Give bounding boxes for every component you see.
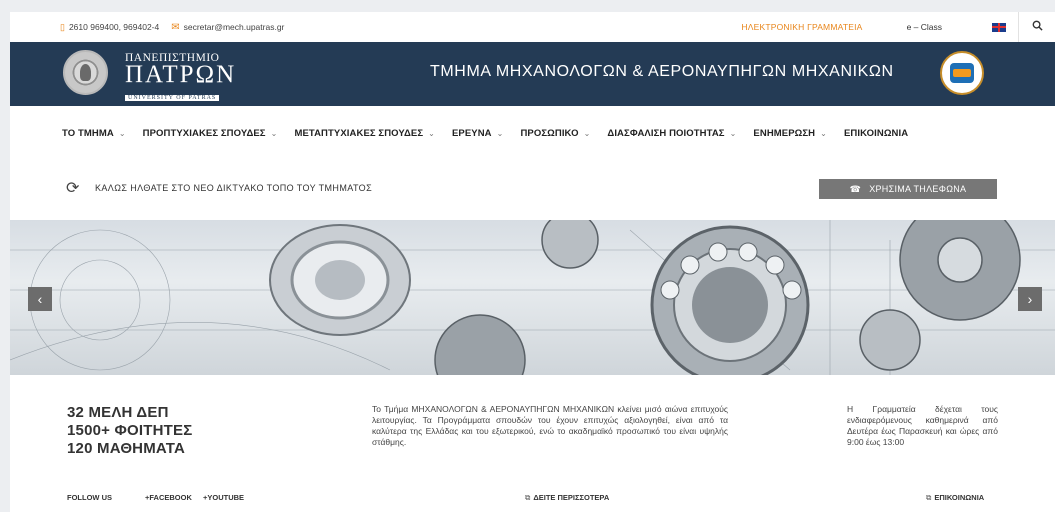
site-header: ΠΑΝΕΠΙΣΤΗΜΙΟ ΠΑΤΡΩΝ UNIVERSITY OF PATRAS… (10, 42, 1055, 106)
nav-item-2[interactable]: ΜΕΤΑΠΤΥΧΙΑΚΕΣ ΣΠΟΥΔΕΣ ⌄ (294, 128, 435, 139)
nav-item-3[interactable]: ΕΡΕΥΝΑ ⌄ (452, 128, 503, 139)
nav-item-label: ΤΟ ΤΜΗΜΑ (62, 128, 114, 139)
uk-flag-icon[interactable] (992, 22, 1006, 32)
external-link-icon: ⧉ (926, 493, 932, 502)
slider-image (10, 220, 1055, 375)
facebook-link[interactable]: +FACEBOOK (145, 493, 192, 502)
see-more-label: ΔΕΙΤΕ ΠΕΡΙΣΣΟΤΕΡΑ (533, 493, 610, 502)
university-seal-logo[interactable] (63, 50, 108, 95)
phone-number: 2610 969400, 969402-4 (68, 22, 160, 32)
external-link-icon: ⧉ (525, 493, 531, 502)
email-link[interactable]: secretar@mech.upatras.gr (184, 22, 285, 32)
nav-item-0[interactable]: ΤΟ ΤΜΗΜΑ ⌄ (62, 128, 126, 139)
nav-item-7[interactable]: ΕΠΙΚΟΙΝΩΝΙΑ (844, 128, 908, 139)
chevron-down-icon: ⌄ (428, 129, 435, 138)
nav-item-label: ΔΙΑΣΦΑΛΙΣΗ ΠΟΙΟΤΗΤΑΣ (607, 128, 725, 139)
page: ▯ 2610 969400, 969402-4 ✉ secretar@mech.… (10, 12, 1055, 512)
slider-prev-button[interactable]: ‹ (28, 287, 52, 311)
eclass-link[interactable]: e – Class (907, 22, 942, 32)
university-name-english: UNIVERSITY OF PATRAS (125, 95, 220, 101)
phone-icon: ☎ (849, 183, 862, 194)
search-icon[interactable] (1019, 20, 1055, 34)
secretariat-hours: Η Γραμματεία δέχεται τους ενδιαφερόμενου… (847, 404, 998, 447)
nav-item-label: ΕΠΙΚΟΙΝΩΝΙΑ (843, 128, 909, 139)
nav-item-1[interactable]: ΠΡΟΠΤΥΧΙΑΚΕΣ ΣΠΟΥΔΕΣ ⌄ (143, 128, 278, 139)
hero-slider: ‹ › (10, 220, 1055, 375)
sync-icon: ⟳ (66, 180, 80, 197)
stat-courses: 120 ΜΑΘΗΜΑΤΑ (67, 440, 185, 457)
chevron-down-icon: ⌄ (583, 129, 591, 138)
nav-item-label: ΠΡΟΣΩΠΙΚΟ (520, 128, 579, 139)
stat-students: 1500+ ΦΟΙΤΗΤΕΣ (67, 422, 193, 439)
stat-faculty: 32 ΜΕΛΗ ΔΕΠ (67, 404, 169, 421)
nav-item-4[interactable]: ΠΡΟΣΩΠΙΚΟ ⌄ (520, 128, 590, 139)
department-stats: 32 ΜΕΛΗ ΔΕΠ 1500+ ΦΟΙΤΗΤΕΣ 120 ΜΑΘΗΜΑΤΑ (67, 404, 192, 458)
contact-link[interactable]: ⧉ ΕΠΙΚΟΙΝΩΝΙΑ (926, 493, 984, 503)
nav-item-5[interactable]: ΔΙΑΣΦΑΛΙΣΗ ΠΟΙΟΤΗΤΑΣ ⌄ (607, 128, 736, 139)
nav-item-label: ΕΝΗΜΕΡΩΣΗ (753, 128, 816, 139)
nav-item-6[interactable]: ΕΝΗΜΕΡΩΣΗ ⌄ (753, 128, 827, 139)
welcome-text: ΚΑΛΩΣ ΗΛΘΑΤΕ ΣΤΟ ΝΕΟ ΔΙΚΤΥΑΚΟ ΤΟΠΟ ΤΟΥ Τ… (95, 183, 373, 193)
chevron-down-icon: ⌄ (820, 129, 827, 138)
follow-us-label: FOLLOW US (67, 493, 112, 502)
accreditation-badge-logo[interactable] (940, 51, 984, 95)
contact-label: ΕΠΙΚΟΙΝΩΝΙΑ (934, 493, 985, 502)
chevron-down-icon: ⌄ (729, 129, 737, 138)
nav-item-label: ΜΕΤΑΠΤΥΧΙΑΚΕΣ ΣΠΟΥΔΕΣ (294, 128, 424, 139)
department-title: ΤΜΗΜΑ ΜΗΧΑΝΟΛΟΓΩΝ & ΑΕΡΟΝΑΥΠΗΓΩΝ ΜΗΧΑΝΙΚ… (430, 63, 894, 80)
mail-icon: ✉ (171, 21, 180, 33)
welcome-bar: ⟳ ΚΑΛΩΣ ΗΛΘΑΤΕ ΣΤΟ ΝΕΟ ΔΙΚΤΥΑΚΟ ΤΟΠΟ ΤΟΥ… (10, 164, 1055, 214)
nav-item-label: ΕΡΕΥΝΑ (451, 128, 492, 139)
university-logo-text[interactable]: ΠΑΝΕΠΙΣΤΗΜΙΟ ΠΑΤΡΩΝ UNIVERSITY OF PATRAS (125, 52, 235, 104)
see-more-link[interactable]: ⧉ ΔΕΙΤΕ ΠΕΡΙΣΣΟΤΕΡΑ (525, 493, 609, 503)
nav-item-label: ΠΡΟΠΤΥΧΙΑΚΕΣ ΣΠΟΥΔΕΣ (142, 128, 266, 139)
chevron-down-icon: ⌄ (496, 129, 504, 138)
useful-phones-button[interactable]: ☎ ΧΡΗΣΙΜΑ ΤΗΛΕΦΩΝΑ (819, 179, 997, 199)
top-bar: ▯ 2610 969400, 969402-4 ✉ secretar@mech.… (10, 12, 1055, 42)
info-links-row: FOLLOW US +FACEBOOK +YOUTUBE ⧉ ΔΕΙΤΕ ΠΕΡΙ… (10, 490, 1055, 506)
university-name-line2: ΠΑΤΡΩΝ (125, 61, 237, 88)
slider-next-button[interactable]: › (1018, 287, 1042, 311)
useful-phones-label: ΧΡΗΣΙΜΑ ΤΗΛΕΦΩΝΑ (869, 184, 967, 194)
phone-icon: ▯ (60, 21, 65, 32)
e-secretariat-link[interactable]: ΗΛΕΚΤΡΟΝΙΚΗ ΓΡΑΜΜΑΤΕΙΑ (741, 22, 862, 32)
department-description: Το Τμήμα ΜΗΧΑΝΟΛΟΓΩΝ & ΑΕΡΟΝΑΥΠΗΓΩΝ ΜΗΧΑ… (372, 404, 728, 447)
main-nav: ΤΟ ΤΜΗΜΑ ⌄ ΠΡΟΠΤΥΧΙΑΚΕΣ ΣΠΟΥΔΕΣ ⌄ ΜΕΤΑΠΤΥΧΙΑ… (10, 106, 1055, 164)
chevron-down-icon: ⌄ (118, 129, 126, 138)
chevron-down-icon: ⌄ (270, 129, 278, 138)
youtube-link[interactable]: +YOUTUBE (203, 493, 244, 502)
